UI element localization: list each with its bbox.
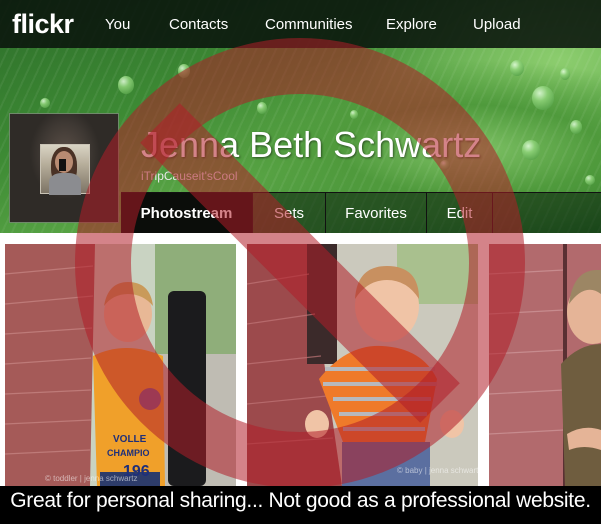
photo-baby-striped-shirt [247,244,478,486]
nav-contacts[interactable]: Contacts [169,16,228,33]
top-navigation: flickr You Contacts Communities Explore … [0,0,601,48]
photo-watermark: © baby | jenna schwartz [397,466,478,475]
profile-name: Jenna Beth Schwartz [141,124,482,165]
photo-watermark: © toddler | jenna schwartz [45,474,138,483]
nav-you[interactable]: You [105,16,130,33]
tab-favorites[interactable]: Favorites [325,193,426,233]
water-drop [350,110,358,119]
caption-text: Great for personal sharing... Not good a… [10,489,591,512]
avatar[interactable] [9,113,119,223]
photo-thumbnail[interactable]: VOLLE CHAMPIO 196 © toddler | jenna schw… [5,244,236,486]
photo-toddler-orange-shirt: VOLLE CHAMPIO 196 [5,244,236,486]
water-drop [560,68,570,80]
profile-cover: flickr You Contacts Communities Explore … [0,0,601,233]
avatar-photo[interactable] [40,144,90,195]
nav-communities[interactable]: Communities [265,16,353,33]
water-drop [570,120,582,134]
tab-sets[interactable]: Sets [252,193,325,233]
photo-thumbnail[interactable] [489,244,601,486]
water-drop [40,98,50,108]
profile-username[interactable]: iTripCauseit'sCool [141,169,238,183]
water-drop [532,86,554,110]
water-drop [510,60,524,76]
nav-explore[interactable]: Explore [386,16,437,33]
water-drop [257,102,267,114]
water-drop [585,175,595,185]
photostream-grid: VOLLE CHAMPIO 196 © toddler | jenna schw… [0,233,601,486]
profile-tabs: Photostream Sets Favorites Edit [121,192,601,233]
water-drop [178,64,190,78]
tab-edit[interactable]: Edit [426,193,492,233]
nav-upload[interactable]: Upload [473,16,521,33]
flickr-logo[interactable]: flickr [12,9,74,40]
phone-icon [59,159,66,171]
svg-text:VOLLE: VOLLE [113,434,147,445]
tab-empty [492,193,601,233]
tab-photostream[interactable]: Photostream [121,193,252,233]
water-drop [118,76,134,94]
photo-boy-brown-shirt [489,244,601,486]
photo-thumbnail[interactable]: © baby | jenna schwartz [247,244,478,486]
caption-bar: Great for personal sharing... Not good a… [0,486,601,524]
water-drop [522,140,540,160]
svg-text:CHAMPIO: CHAMPIO [107,448,150,458]
avatar-body [49,173,81,195]
